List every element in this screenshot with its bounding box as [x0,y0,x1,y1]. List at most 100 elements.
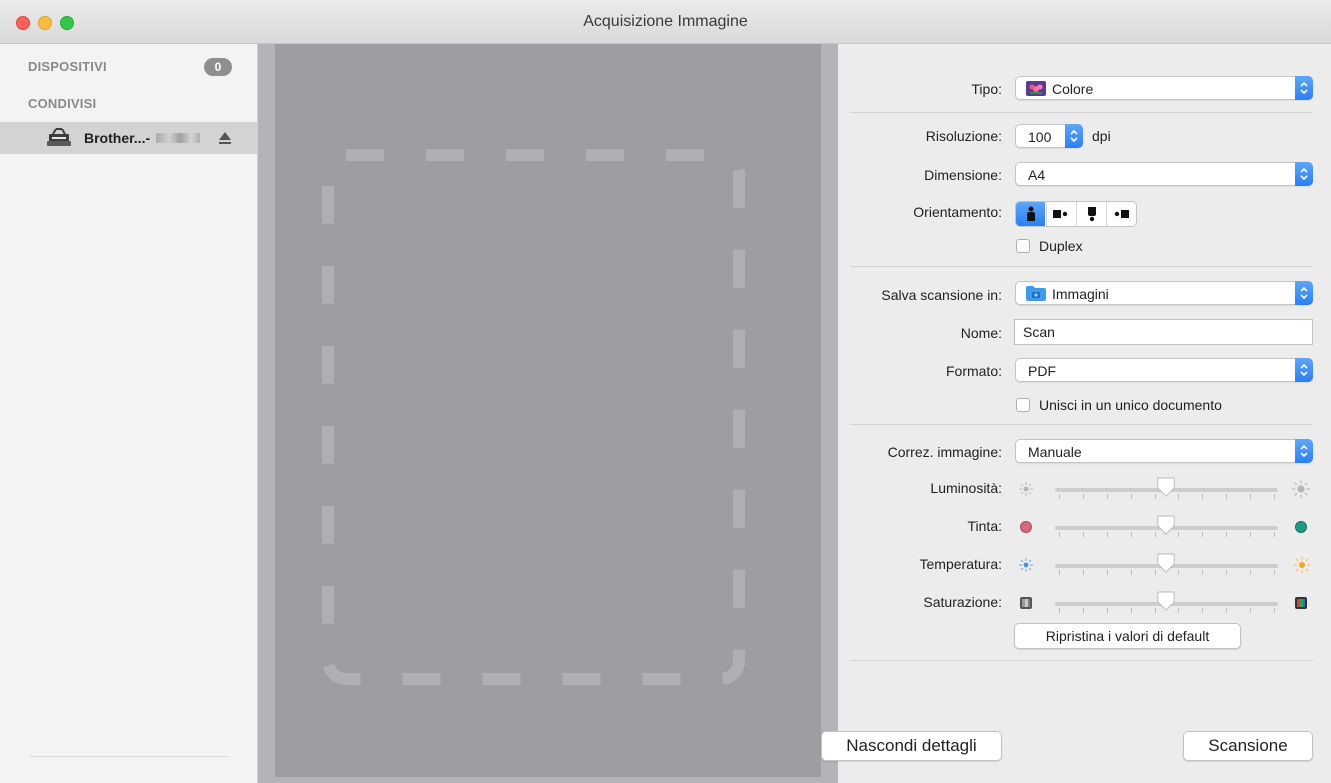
slider-tick [1202,494,1204,499]
resolution-unit: dpi [1092,128,1111,144]
image-correction-popup-arrows [1295,439,1313,463]
slider-tick [1082,608,1084,613]
save-to-popup-arrows [1295,281,1313,305]
name-label: Nome: [960,325,1002,341]
slider-tick [1106,532,1108,537]
slider-tick [1059,608,1060,613]
type-popup[interactable]: Colore [1015,76,1313,100]
slider-tick [1130,570,1132,575]
settings-panel: Tipo: Colore Risoluzione: 100 dpi Dimens… [821,44,1331,783]
rotate-right-person-icon [1114,210,1129,218]
tint-green-icon [1295,521,1307,533]
temperature-slider-knob[interactable] [1156,553,1176,575]
tint-slider-knob[interactable] [1156,515,1176,537]
pictures-folder-icon [1026,286,1046,301]
chevron-up-down-icon [1300,363,1308,377]
separator [850,266,1313,267]
orientation-right-button[interactable] [1106,202,1135,226]
brightness-label: Luminosità: [930,480,1002,496]
slider-tick [1250,608,1252,613]
reset-defaults-button[interactable]: Ripristina i valori di default [1014,623,1241,649]
name-field[interactable] [1014,319,1313,345]
device-name: Brother...- [84,130,151,146]
resolution-value: 100 [1028,129,1052,145]
size-popup-arrows [1295,162,1313,186]
separator [850,424,1313,425]
slider-tick [1274,570,1275,575]
eject-icon[interactable] [216,129,234,147]
size-label: Dimensione: [924,167,1002,183]
slider-tick [1130,494,1132,499]
slider-tick [1082,532,1084,537]
image-correction-value: Manuale [1028,444,1082,460]
slider-tick [1202,570,1204,575]
saturation-slider-knob[interactable] [1156,591,1176,613]
type-value: Colore [1052,81,1094,97]
slider-tick [1106,608,1108,613]
resolution-popup[interactable]: 100 [1015,124,1083,148]
format-value: PDF [1028,363,1056,379]
window-title: Acquisizione Immagine [583,13,748,30]
color-photo-icon [1026,81,1046,96]
orientation-segmented-control [1015,201,1137,227]
slider-tick [1178,608,1180,613]
scan-button[interactable]: Scansione [1183,731,1313,761]
scanner-icon [47,128,71,146]
size-popup[interactable]: A4 [1015,162,1313,186]
image-correction-label: Correz. immagine: [887,444,1002,460]
slider-tick [1226,494,1228,499]
separator [850,112,1313,113]
resolution-popup-arrows [1065,124,1083,148]
type-label: Tipo: [971,81,1002,97]
slider-tick [1059,494,1060,499]
sidebar: DISPOSITIVI 0 CONDIVISI Brother...- [0,44,258,783]
devices-header: DISPOSITIVI [28,59,107,74]
temperature-label: Temperatura: [919,556,1002,572]
slider-tick [1106,494,1108,499]
format-popup[interactable]: PDF [1015,358,1313,382]
slider-tick [1226,570,1228,575]
format-popup-arrows [1295,358,1313,382]
duplex-checkbox[interactable] [1016,239,1030,253]
slider-tick [1226,532,1228,537]
chevron-up-down-icon [1300,286,1308,300]
hide-details-button[interactable]: Nascondi dettagli [821,731,1002,761]
slider-tick [1250,570,1252,575]
slider-tick [1130,608,1132,613]
brightness-low-icon [1019,482,1033,496]
temperature-cool-icon [1019,558,1033,572]
save-to-value: Immagini [1052,286,1109,302]
image-correction-popup[interactable]: Manuale [1015,439,1313,463]
type-popup-arrows [1295,76,1313,100]
slider-tick [1106,570,1108,575]
orientation-label: Orientamento: [913,204,1002,220]
temperature-warm-icon [1294,557,1310,573]
save-to-label: Salva scansione in: [881,287,1002,303]
device-name-redacted [156,133,200,143]
slider-tick [1178,494,1180,499]
brightness-slider-knob[interactable] [1156,477,1176,499]
slider-tick [1082,494,1084,499]
save-to-popup[interactable]: Immagini [1015,281,1313,305]
window: Acquisizione Immagine DISPOSITIVI 0 COND… [0,0,1331,783]
duplex-label: Duplex [1039,238,1083,254]
brightness-high-icon [1292,480,1310,498]
orientation-portrait-button[interactable] [1016,202,1045,226]
slider-tick [1274,532,1275,537]
devices-count-badge: 0 [204,58,232,76]
slider-tick [1226,608,1228,613]
slider-tick [1178,532,1180,537]
chevron-up-down-icon [1300,444,1308,458]
slider-tick [1250,494,1252,499]
merge-document-checkbox[interactable] [1016,398,1030,412]
sidebar-divider [30,756,228,757]
orientation-left-button[interactable] [1046,202,1075,226]
portrait-person-icon [1027,206,1035,221]
chevron-up-down-icon [1070,129,1078,143]
slider-tick [1082,570,1084,575]
merge-document-label: Unisci in un unico documento [1039,397,1222,413]
sidebar-item-brother-scanner[interactable]: Brother...- [0,122,257,154]
orientation-upside-down-button[interactable] [1076,202,1105,226]
name-input[interactable] [1015,320,1312,344]
chevron-up-down-icon [1300,81,1308,95]
